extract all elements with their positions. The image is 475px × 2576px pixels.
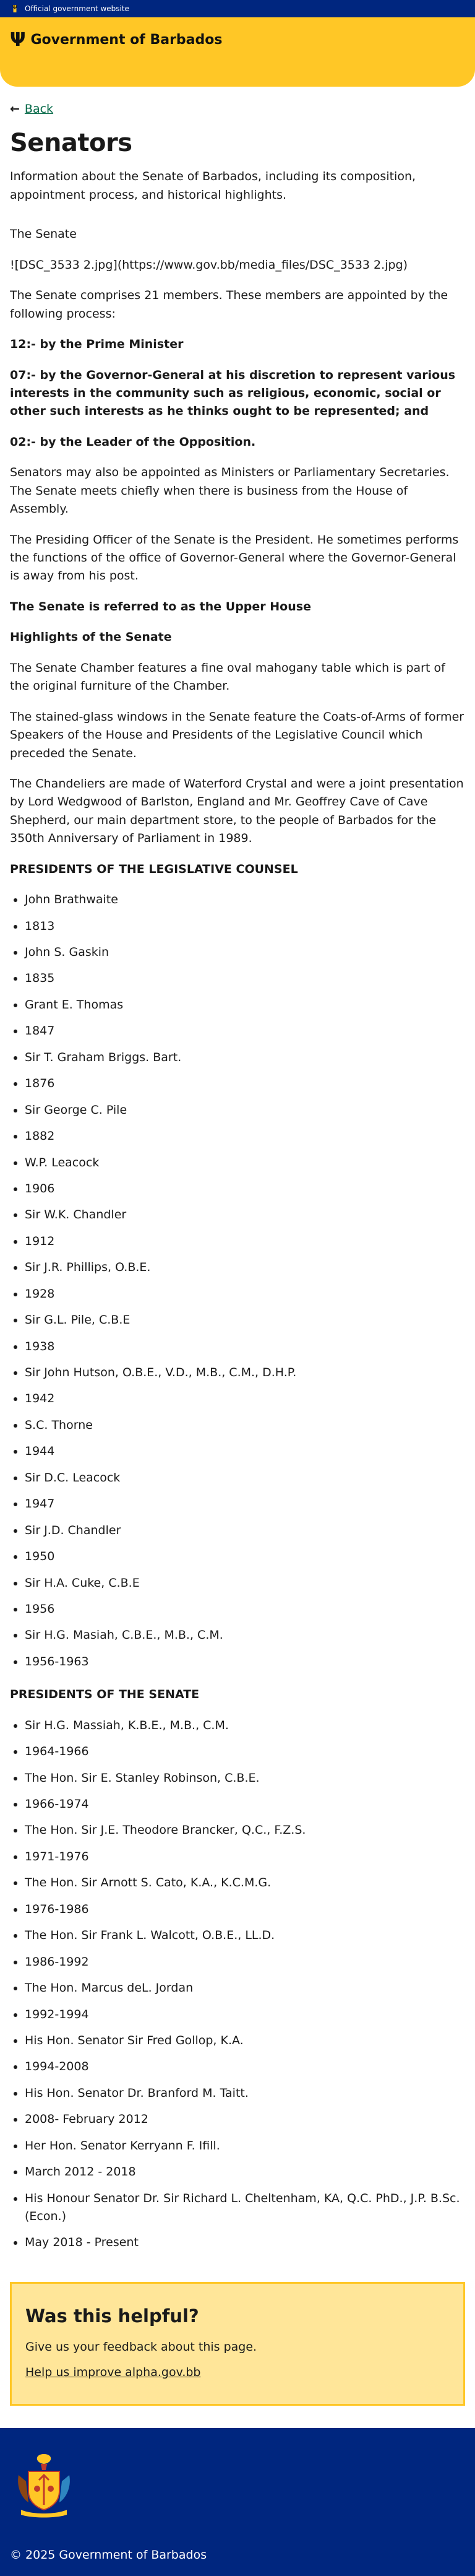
list-item: 1986-1992 bbox=[25, 1953, 465, 1971]
ministers-text: Senators may also be appointed as Minist… bbox=[10, 466, 450, 516]
highlight-windows: The stained-glass windows in the Senate … bbox=[10, 709, 464, 760]
highlight-chandeliers: The Chandeliers are made of Waterford Cr… bbox=[10, 776, 464, 846]
back-link[interactable]: Back bbox=[25, 100, 53, 118]
arrow-left-icon: ← bbox=[10, 102, 20, 116]
list-item: 1992-1994 bbox=[25, 2006, 465, 2024]
list-item: Sir H.G. Massiah, K.B.E., M.B., C.M. bbox=[25, 1717, 465, 1735]
list-item: 1835 bbox=[25, 969, 465, 987]
list-item: Grant E. Thomas bbox=[25, 996, 465, 1014]
list-item: Sir W.K. Chandler bbox=[25, 1206, 465, 1224]
image-markdown: ![DSC_3533 2.jpg](https://www.gov.bb/med… bbox=[10, 258, 408, 272]
list-item: Sir G.L. Pile, C.B.E bbox=[25, 1311, 465, 1329]
senate-presidents-list: Sir H.G. Massiah, K.B.E., M.B., C.M. 1964… bbox=[10, 1717, 465, 2252]
feedback-panel: Was this helpful? Give us your feedback … bbox=[10, 2281, 465, 2406]
site-footer: © 2025 Government of Barbados bbox=[0, 2427, 475, 2576]
site-header: Ψ Government of Barbados bbox=[0, 17, 475, 87]
list-item: S.C. Thorne bbox=[25, 1416, 465, 1434]
list-item: John S. Gaskin bbox=[25, 943, 465, 961]
list-item: 1876 bbox=[25, 1075, 465, 1093]
list-item: 1966-1974 bbox=[25, 1795, 465, 1813]
list-item: March 2012 - 2018 bbox=[25, 2163, 465, 2181]
list-item: The Hon. Sir Arnott S. Cato, K.A., K.C.M… bbox=[25, 1874, 465, 1892]
list-item: 1906 bbox=[25, 1180, 465, 1198]
list-item: 1912 bbox=[25, 1233, 465, 1251]
list-item: 1971-1976 bbox=[25, 1848, 465, 1866]
list-item: 1947 bbox=[25, 1495, 465, 1513]
copyright-text: © 2025 Government of Barbados bbox=[10, 2548, 207, 2562]
highlight-table: The Senate Chamber features a fine oval … bbox=[10, 661, 445, 693]
list-item: The Hon. Sir J.E. Theodore Brancker, Q.C… bbox=[25, 1821, 465, 1839]
list-item: Sir H.G. Masiah, C.B.E., M.B., C.M. bbox=[25, 1626, 465, 1644]
official-banner: Official government website bbox=[0, 0, 475, 17]
list-item: The Hon. Sir Frank L. Walcott, O.B.E., L… bbox=[25, 1927, 465, 1945]
appointment-governor-general: 07:- by the Governor-General at his disc… bbox=[10, 368, 456, 418]
list-item: Her Hon. Senator Kerryann F. Ifill. bbox=[25, 2137, 465, 2155]
main-content: ← Back Senators Information about the Se… bbox=[0, 87, 475, 2406]
list-item: 1847 bbox=[25, 1022, 465, 1040]
trident-icon: Ψ bbox=[10, 29, 26, 51]
official-banner-label: Official government website bbox=[25, 4, 129, 13]
list-item: His Honour Senator Dr. Sir Richard L. Ch… bbox=[25, 2190, 465, 2226]
list-item: 1964-1966 bbox=[25, 1743, 465, 1761]
list-item: 1928 bbox=[25, 1285, 465, 1303]
section-heading-senate: The Senate bbox=[10, 227, 77, 241]
list-item: 1813 bbox=[25, 917, 465, 935]
list-item: 1944 bbox=[25, 1442, 465, 1460]
site-title-link[interactable]: Government of Barbados bbox=[31, 31, 223, 50]
list-item: Sir D.C. Leacock bbox=[25, 1469, 465, 1487]
senate-presidents-heading: PRESIDENTS OF THE SENATE bbox=[10, 1688, 200, 1702]
list-item: 2008- February 2012 bbox=[25, 2110, 465, 2128]
feedback-title: Was this helpful? bbox=[25, 2305, 199, 2327]
appointment-pm: 12:- by the Prime Minister bbox=[10, 337, 184, 352]
list-item: 1956 bbox=[25, 1600, 465, 1618]
page-title: Senators bbox=[10, 129, 132, 158]
list-item: Sir J.R. Phillips, O.B.E. bbox=[25, 1259, 465, 1277]
list-item: His Hon. Senator Sir Fred Gollop, K.A. bbox=[25, 2032, 465, 2050]
list-item: Sir John Hutson, O.B.E., V.D., M.B., C.M… bbox=[25, 1364, 465, 1382]
list-item: The Hon. Sir E. Stanley Robinson, C.B.E. bbox=[25, 1769, 465, 1787]
list-item: 1956-1963 bbox=[25, 1653, 465, 1671]
highlights-heading: Highlights of the Senate bbox=[10, 630, 172, 644]
list-item: 1938 bbox=[25, 1338, 465, 1356]
list-item: Sir H.A. Cuke, C.B.E bbox=[25, 1574, 465, 1592]
page-intro: Information about the Senate of Barbados… bbox=[10, 170, 416, 202]
barbados-flag-icon bbox=[10, 3, 20, 13]
back-nav: ← Back bbox=[10, 100, 465, 118]
list-item: John Brathwaite bbox=[25, 891, 465, 909]
presiding-officer-text: The Presiding Officer of the Senate is t… bbox=[10, 532, 459, 583]
legislative-presidents-list: John Brathwaite 1813 John S. Gaskin 1835 Gra… bbox=[10, 891, 465, 1671]
list-item: W.P. Leacock bbox=[25, 1154, 465, 1172]
list-item: His Hon. Senator Dr. Branford M. Taitt. bbox=[25, 2084, 465, 2102]
feedback-link[interactable]: Help us improve alpha.gov.bb bbox=[25, 2366, 201, 2379]
appointment-opposition: 02:- by the Leader of the Opposition. bbox=[10, 435, 256, 449]
list-item: 1882 bbox=[25, 1127, 465, 1145]
composition-text: The Senate comprises 21 members. These m… bbox=[10, 288, 448, 321]
legislative-presidents-heading: PRESIDENTS OF THE LEGISLATIVE COUNSEL bbox=[10, 862, 298, 876]
list-item: 1976-1986 bbox=[25, 1901, 465, 1919]
feedback-text: Give us your feedback about this page. bbox=[25, 2340, 257, 2354]
list-item: Sir J.D. Chandler bbox=[25, 1522, 465, 1540]
list-item: Sir George C. Pile bbox=[25, 1101, 465, 1119]
list-item: The Hon. Marcus deL. Jordan bbox=[25, 1979, 465, 1997]
list-item: May 2018 - Present bbox=[25, 2234, 465, 2252]
coat-of-arms-icon bbox=[18, 2453, 70, 2518]
list-item: 1994-2008 bbox=[25, 2058, 465, 2076]
list-item: Sir T. Graham Briggs. Bart. bbox=[25, 1049, 465, 1067]
upper-house-text: The Senate is referred to as the Upper H… bbox=[10, 599, 311, 614]
list-item: 1950 bbox=[25, 1548, 465, 1566]
list-item: 1942 bbox=[25, 1390, 465, 1408]
